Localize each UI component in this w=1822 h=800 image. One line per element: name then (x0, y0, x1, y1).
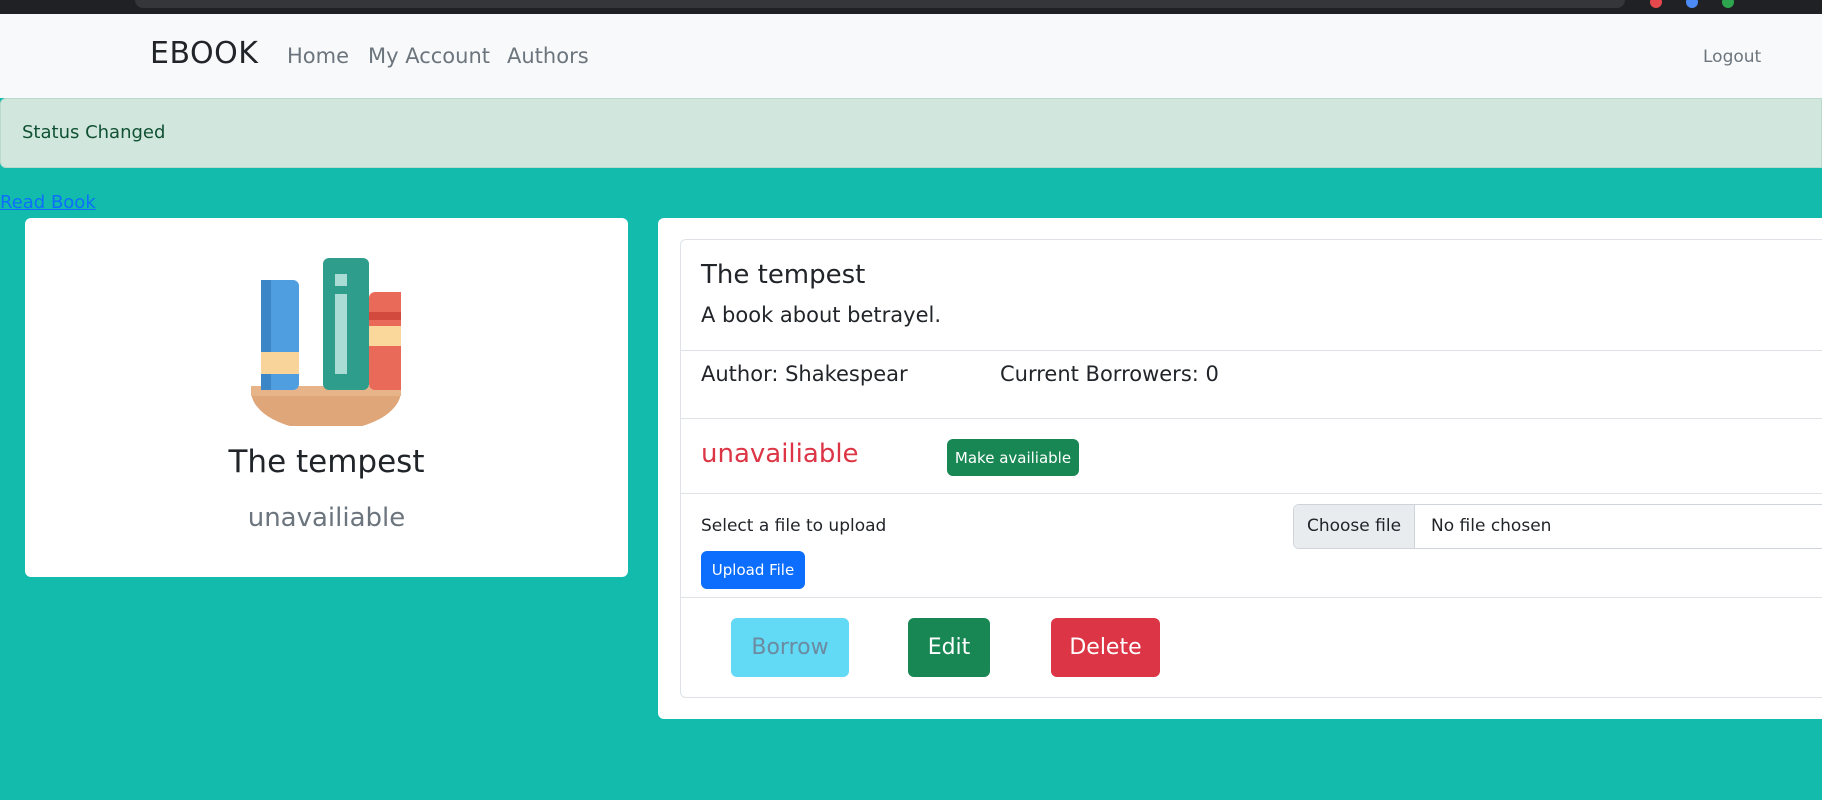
current-borrowers: Current Borrowers: 0 (1000, 362, 1219, 386)
book-title: The tempest (701, 260, 866, 290)
edit-button[interactable]: Edit (908, 618, 990, 677)
book-description: A book about betrayel. (701, 303, 942, 327)
detail-status: unavailiable Make availiable (681, 419, 1822, 494)
make-available-button[interactable]: Make availiable (947, 439, 1079, 476)
action-buttons: Borrow Edit Delete (681, 598, 1822, 699)
extension-icon (1722, 0, 1734, 8)
file-name-text: No file chosen (1431, 516, 1552, 536)
read-book-link[interactable]: Read Book (0, 192, 96, 213)
alert-message: Status Changed (22, 122, 166, 143)
books-icon (251, 258, 401, 426)
nav-my-account[interactable]: My Account (368, 44, 490, 68)
nav-home[interactable]: Home (287, 44, 349, 68)
upload-section: Select a file to upload Upload File Choo… (681, 494, 1822, 598)
book-summary-card: The tempest unavailiable (25, 218, 628, 577)
nav-authors[interactable]: Authors (507, 44, 589, 68)
browser-top-strip (0, 0, 1822, 14)
logout-link[interactable]: Logout (1703, 47, 1761, 67)
extension-icon (1686, 0, 1698, 8)
delete-button[interactable]: Delete (1051, 618, 1160, 677)
detail-header: The tempest A book about betrayel. (681, 240, 1822, 351)
navbar: EBOOK Home My Account Authors Logout (0, 14, 1822, 98)
book-card-title: The tempest (228, 444, 425, 480)
upload-label: Select a file to upload (701, 516, 887, 536)
choose-file-button[interactable]: Choose file (1294, 505, 1415, 548)
book-detail-list: The tempest A book about betrayel. Autho… (680, 239, 1822, 698)
borrow-button[interactable]: Borrow (731, 618, 849, 677)
status-alert: Status Changed (0, 98, 1822, 168)
file-input[interactable]: Choose file No file chosen (1293, 504, 1822, 549)
book-detail-card: The tempest A book about betrayel. Autho… (658, 218, 1822, 719)
browser-address-bar (135, 0, 1625, 8)
book-author: Author: Shakespear (701, 362, 908, 386)
book-card-status: unavailiable (247, 503, 406, 533)
brand-logo[interactable]: EBOOK (150, 36, 258, 71)
upload-file-button[interactable]: Upload File (701, 551, 805, 589)
extension-icon (1650, 0, 1662, 8)
status-label: unavailiable (701, 439, 859, 469)
detail-meta: Author: Shakespear Current Borrowers: 0 (681, 351, 1822, 419)
